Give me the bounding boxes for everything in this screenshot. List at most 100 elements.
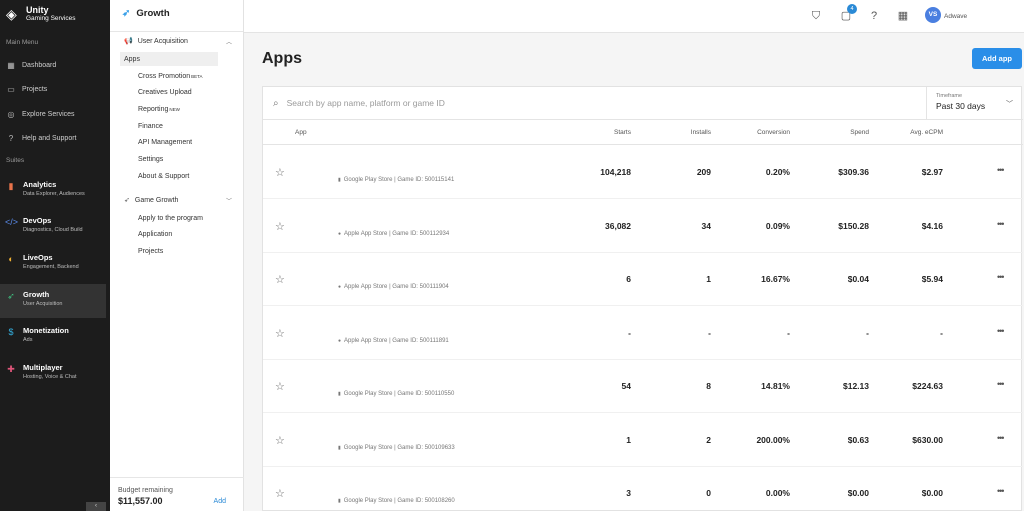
cell-conversion: 0.09% [765,220,790,231]
row-more-menu-icon[interactable]: ••• [997,272,1005,282]
favorite-star-icon[interactable]: ☆ [275,434,285,447]
timeframe-select[interactable]: Timeframe Past 30 days ﹀ [926,87,1023,120]
favorite-star-icon[interactable]: ☆ [275,220,285,233]
column-app[interactable]: App [295,129,307,136]
collapse-nav-button[interactable]: ‹ [86,502,106,511]
column-spend[interactable]: Spend [850,129,869,136]
add-app-button[interactable]: Add app [972,48,1022,69]
cell-installs: - [708,327,711,338]
cell-installs: 2 [706,434,711,445]
row-more-menu-icon[interactable]: ••• [997,326,1005,336]
group-user-acquisition[interactable]: 📢 User Acquisition ︿ [124,37,236,46]
subnav-item-settings[interactable]: Settings [134,152,232,166]
rocket-icon: ➶ [124,197,130,204]
cell-installs: 0 [706,488,711,498]
main-nav: ◈ Unity Gaming Services Main Menu ▦ Dash… [0,0,110,511]
logo-title: Unity [26,5,49,15]
unity-logo[interactable]: ◈ Unity Gaming Services [6,6,76,23]
org-name[interactable]: Adwave [944,13,967,20]
column-installs[interactable]: Installs [691,129,711,136]
cell-avg-ecpm: $630.00 [912,434,943,445]
subnav-item-api-management[interactable]: API Management [134,135,232,149]
help-icon[interactable]: ? [867,9,881,23]
column-avg-ecpm[interactable]: Avg. eCPM [910,129,943,136]
nav-item-projects[interactable]: ▭ Projects [0,79,106,99]
table-row[interactable]: ☆ ▮ Google Play Store | Game ID: 500110550… [263,360,1023,413]
suite-devops[interactable]: </> DevOps Diagnostics, Cloud Build [0,210,106,244]
top-bar: ⛉ ▢ 4 ? ▦ VS Adwave [244,0,1024,33]
suite-multiplayer[interactable]: ✚ Multiplayer Hosting, Voice & Chat [0,357,106,391]
row-more-menu-icon[interactable]: ••• [997,486,1005,496]
subnav-item-reporting[interactable]: Reporting NEW [134,102,232,116]
favorite-star-icon[interactable]: ☆ [275,487,285,500]
column-starts[interactable]: Starts [614,129,631,136]
app-store-meta-text: Apple App Store | Game ID: 500112934 [344,230,450,237]
subnav-item-label: Finance [138,122,163,130]
cell-starts: 1 [626,434,631,445]
favorite-star-icon[interactable]: ☆ [275,273,285,286]
subnav-title: Growth [136,8,170,19]
cell-conversion: 0.20% [765,167,790,177]
table-row[interactable]: ☆ ● Apple App Store | Game ID: 500111904 6 1… [263,253,1023,306]
table-row[interactable]: ☆ ▮ Google Play Store | Game ID: 500115141… [263,146,1023,199]
row-more-menu-icon[interactable]: ••• [997,219,1005,229]
subnav-item-about-support[interactable]: About & Support [134,169,232,183]
cell-conversion: 200.00% [756,434,790,445]
group-game-growth[interactable]: ➶ Game Growth ﹀ [124,196,236,205]
cell-spend: $309.36 [838,167,869,177]
suite-liveops[interactable]: ◐ LiveOps Engagement, Backend [0,247,106,281]
subnav-item-finance[interactable]: Finance [134,119,232,133]
cell-avg-ecpm: $224.63 [912,381,943,391]
subnav-item-cross-promotion[interactable]: Cross Promotion BETA [134,69,232,83]
subnav-item-creatives-upload[interactable]: Creatives Upload [134,85,232,99]
suite-monetization[interactable]: $ Monetization Ads [0,320,106,354]
subnav-item-application[interactable]: Application [134,227,232,241]
column-conversion[interactable]: Conversion [757,129,790,136]
subnav-item-label: Settings [138,155,164,163]
cell-starts: 104,218 [600,167,631,177]
nav-item-help-and-support[interactable]: ? Help and Support [0,128,106,148]
favorite-star-icon[interactable]: ☆ [275,166,285,179]
suite-growth[interactable]: ➶ Growth User Acquisition [0,284,106,318]
row-more-menu-icon[interactable]: ••• [997,379,1005,389]
subnav-item-apps[interactable]: Apps [120,52,218,66]
shield-icon[interactable]: ⛉ [809,9,823,23]
row-more-menu-icon[interactable]: ••• [997,433,1005,443]
cell-spend: $0.00 [847,488,869,498]
favorite-star-icon[interactable]: ☆ [275,327,285,340]
table-row[interactable]: ☆ ● Apple App Store | Game ID: 500111891 - -… [263,307,1023,360]
suite-analytics[interactable]: ▮ Analytics Data Explorer, Audiences [0,174,106,208]
app-store-meta-text: Google Play Store | Game ID: 500108260 [343,498,455,504]
nav-item-label: Help and Support [22,134,77,142]
avatar[interactable]: VS [925,7,941,23]
page-title: Apps [262,50,302,67]
suite-name: Growth [23,290,50,299]
suites-label: Suites [6,157,25,164]
cell-installs: 34 [701,220,711,231]
table-row[interactable]: ☆ ▮ Google Play Store | Game ID: 500108260… [263,467,1023,511]
table-header: App Starts Installs Conversion Spend Avg… [263,121,1023,145]
table-row[interactable]: ☆ ● Apple App Store | Game ID: 500112934 36… [263,200,1023,253]
row-more-menu-icon[interactable]: ••• [997,165,1005,175]
bar-chart-icon: ▮ [8,181,14,191]
budget-label: Budget remaining [118,487,173,494]
subnav-item-label: Apply to the program [138,214,203,222]
timeframe-value: Past 30 days [936,101,986,111]
app-store-meta: ● Apple App Store | Game ID: 500112934 [338,231,449,237]
apple-icon: ● [338,337,342,344]
search-input[interactable] [286,98,847,108]
search-bar: ⌕ [263,87,926,120]
apps-grid-icon[interactable]: ▦ [896,9,910,23]
favorite-star-icon[interactable]: ☆ [275,380,285,393]
gamepad-icon: ✚ [7,364,15,374]
add-budget-link[interactable]: Add [214,498,226,505]
table-row[interactable]: ☆ ▮ Google Play Store | Game ID: 500109633… [263,414,1023,467]
subnav-item-label: Reporting [138,105,169,113]
nav-item-dashboard[interactable]: ▦ Dashboard [0,55,106,75]
cell-avg-ecpm: - [940,327,943,338]
subnav-item-apply-program[interactable]: Apply to the program [134,211,232,225]
subnav-item-projects[interactable]: Projects [134,244,232,258]
suite-name: DevOps [23,216,52,225]
nav-item-explore-services[interactable]: ◎ Explore Services [0,104,106,124]
cell-conversion: 16.67% [761,274,790,284]
